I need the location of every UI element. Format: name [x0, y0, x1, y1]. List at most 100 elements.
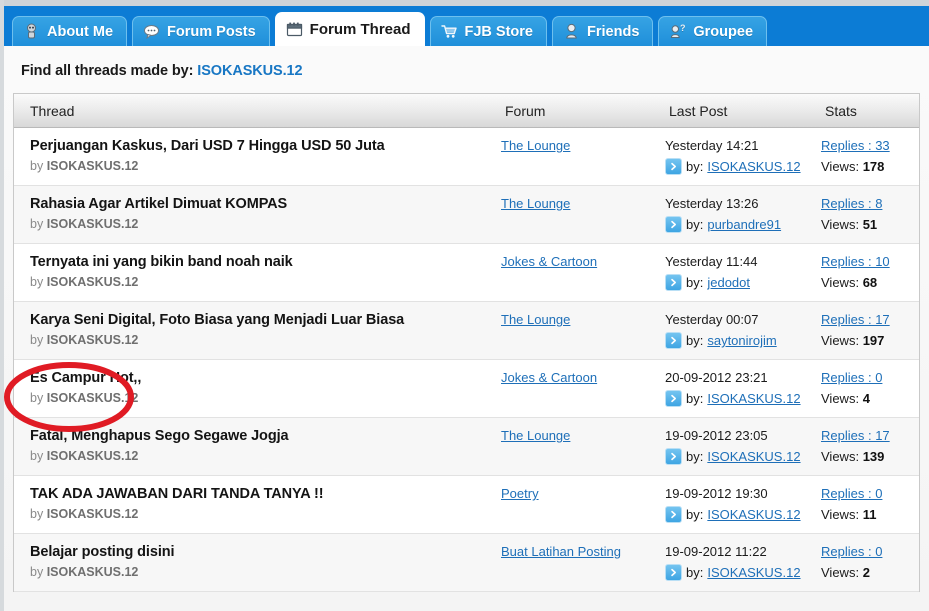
views-count: 139 [862, 449, 885, 464]
replies-row: Replies : 0 [821, 543, 919, 560]
forum-link[interactable]: Jokes & Cartoon [501, 370, 597, 385]
last-post-user-link[interactable]: saytonirojim [707, 333, 776, 348]
replies-row: Replies : 8 [821, 195, 919, 212]
go-to-last-post-icon[interactable] [665, 448, 682, 465]
table-row[interactable]: Ternyata ini yang bikin band noah naik by… [14, 244, 919, 302]
stats-cell: Replies : 0 Views: 2 [821, 543, 919, 591]
stats-cell: Replies : 17 Views: 197 [821, 311, 919, 359]
replies-row: Replies : 0 [821, 485, 919, 502]
thread-cell: Es Campur Hot,, by ISOKASKUS.12 [14, 369, 501, 417]
last-post-by-prefix: by: [686, 217, 704, 232]
views-row: Views: 178 [821, 158, 919, 175]
table-row[interactable]: Belajar posting disini by ISOKASKUS.12 Bua… [14, 534, 919, 592]
thread-title-link[interactable]: Fatal, Menghapus Sego Segawe Jogja [30, 427, 501, 445]
column-header-forum[interactable]: Forum [501, 103, 665, 119]
thread-author: by ISOKASKUS.12 [30, 332, 501, 348]
last-post-by-prefix: by: [686, 565, 704, 580]
thread-cell: Ternyata ini yang bikin band noah naik by… [14, 253, 501, 301]
find-threads-username-link[interactable]: ISOKASKUS.12 [197, 63, 302, 79]
last-post-user-link[interactable]: ISOKASKUS.12 [707, 507, 800, 522]
forum-link[interactable]: The Lounge [501, 312, 570, 327]
table-row[interactable]: Fatal, Menghapus Sego Segawe Jogja by ISO… [14, 418, 919, 476]
go-to-last-post-icon[interactable] [665, 564, 682, 581]
forum-link[interactable]: The Lounge [501, 428, 570, 443]
thread-author-name: ISOKASKUS.12 [46, 217, 139, 231]
thread-title-link[interactable]: Es Campur Hot,, [30, 369, 501, 387]
last-post-cell: Yesterday 11:44 by: jedodot [665, 253, 821, 301]
thread-author-name: ISOKASKUS.12 [46, 159, 139, 173]
tab-fjb-store[interactable]: FJB Store [429, 16, 548, 46]
column-header-thread[interactable]: Thread [14, 103, 501, 119]
replies-link[interactable]: Replies : 0 [821, 370, 882, 385]
table-row[interactable]: Perjuangan Kaskus, Dari USD 7 Hingga USD… [14, 128, 919, 186]
views-label: Views: [821, 565, 860, 580]
replies-link[interactable]: Replies : 0 [821, 486, 882, 501]
go-to-last-post-icon[interactable] [665, 506, 682, 523]
tab-forum-posts[interactable]: Forum Posts [132, 16, 270, 46]
last-post-user-link[interactable]: purbandre91 [707, 217, 781, 232]
forum-link[interactable]: Buat Latihan Posting [501, 544, 621, 559]
thread-title-link[interactable]: Belajar posting disini [30, 543, 501, 561]
thread-title-link[interactable]: Perjuangan Kaskus, Dari USD 7 Hingga USD… [30, 137, 501, 155]
replies-link[interactable]: Replies : 0 [821, 544, 882, 559]
forum-link[interactable]: Jokes & Cartoon [501, 254, 597, 269]
thread-title-link[interactable]: Karya Seni Digital, Foto Biasa yang Menj… [30, 311, 501, 329]
views-row: Views: 51 [821, 216, 919, 233]
views-count: 51 [862, 217, 878, 232]
go-to-last-post-icon[interactable] [665, 216, 682, 233]
last-post-date: Yesterday 13:26 [665, 196, 759, 211]
replies-link[interactable]: Replies : 33 [821, 138, 890, 153]
go-to-last-post-icon[interactable] [665, 158, 682, 175]
user-bust-icon [563, 23, 580, 40]
views-count: 197 [862, 333, 885, 348]
forum-link[interactable]: The Lounge [501, 138, 570, 153]
table-row[interactable]: Karya Seni Digital, Foto Biasa yang Menj… [14, 302, 919, 360]
views-row: Views: 139 [821, 448, 919, 465]
last-post-user-link[interactable]: ISOKASKUS.12 [707, 159, 800, 174]
replies-link[interactable]: Replies : 10 [821, 254, 890, 269]
replies-link[interactable]: Replies : 8 [821, 196, 882, 211]
find-threads-heading: Find all threads made by: ISOKASKUS.12 [4, 46, 929, 93]
tab-label: Groupee [693, 23, 754, 40]
replies-link[interactable]: Replies : 17 [821, 428, 890, 443]
replies-link[interactable]: Replies : 17 [821, 312, 890, 327]
thread-title-link[interactable]: TAK ADA JAWABAN DARI TANDA TANYA !! [30, 485, 501, 503]
views-row: Views: 197 [821, 332, 919, 349]
last-post-by-prefix: by: [686, 391, 704, 406]
thread-by-prefix: by [30, 275, 47, 289]
table-row[interactable]: Rahasia Agar Artikel Dimuat KOMPAS by ISO… [14, 186, 919, 244]
thread-author: by ISOKASKUS.12 [30, 274, 501, 290]
last-post-author-row: by: ISOKASKUS.12 [665, 564, 821, 581]
thread-cell: Rahasia Agar Artikel Dimuat KOMPAS by ISO… [14, 195, 501, 243]
column-header-stats[interactable]: Stats [821, 103, 919, 119]
thread-author-name: ISOKASKUS.12 [46, 275, 139, 289]
tab-forum-thread[interactable]: Forum Thread [274, 12, 425, 46]
stats-cell: Replies : 8 Views: 51 [821, 195, 919, 243]
tab-friends[interactable]: Friends [552, 16, 654, 46]
forum-link[interactable]: Poetry [501, 486, 539, 501]
last-post-user-link[interactable]: jedodot [707, 275, 750, 290]
last-post-user-link[interactable]: ISOKASKUS.12 [707, 391, 800, 406]
thread-cell: Fatal, Menghapus Sego Segawe Jogja by ISO… [14, 427, 501, 475]
tab-about-me[interactable]: About Me [12, 16, 128, 46]
go-to-last-post-icon[interactable] [665, 390, 682, 407]
last-post-by-prefix: by: [686, 159, 704, 174]
column-header-last-post[interactable]: Last Post [665, 103, 821, 119]
thread-author: by ISOKASKUS.12 [30, 448, 501, 464]
last-post-author-row: by: jedodot [665, 274, 821, 291]
thread-title-link[interactable]: Ternyata ini yang bikin band noah naik [30, 253, 501, 271]
thread-title-link[interactable]: Rahasia Agar Artikel Dimuat KOMPAS [30, 195, 501, 213]
tab-groupee[interactable]: ? Groupee [658, 16, 768, 46]
go-to-last-post-icon[interactable] [665, 332, 682, 349]
last-post-user-link[interactable]: ISOKASKUS.12 [707, 449, 800, 464]
last-post-user-link[interactable]: ISOKASKUS.12 [707, 565, 800, 580]
go-to-last-post-icon[interactable] [665, 274, 682, 291]
last-post-cell: 19-09-2012 19:30 by: ISOKASKUS.12 [665, 485, 821, 533]
forum-link[interactable]: The Lounge [501, 196, 570, 211]
forum-cell: The Lounge [501, 195, 665, 243]
thread-cell: TAK ADA JAWABAN DARI TANDA TANYA !! by IS… [14, 485, 501, 533]
table-row[interactable]: TAK ADA JAWABAN DARI TANDA TANYA !! by IS… [14, 476, 919, 534]
thread-author-name: ISOKASKUS.12 [46, 507, 139, 521]
last-post-date: 20-09-2012 23:21 [665, 370, 768, 385]
table-row[interactable]: Es Campur Hot,, by ISOKASKUS.12 Jokes & Ca… [14, 360, 919, 418]
